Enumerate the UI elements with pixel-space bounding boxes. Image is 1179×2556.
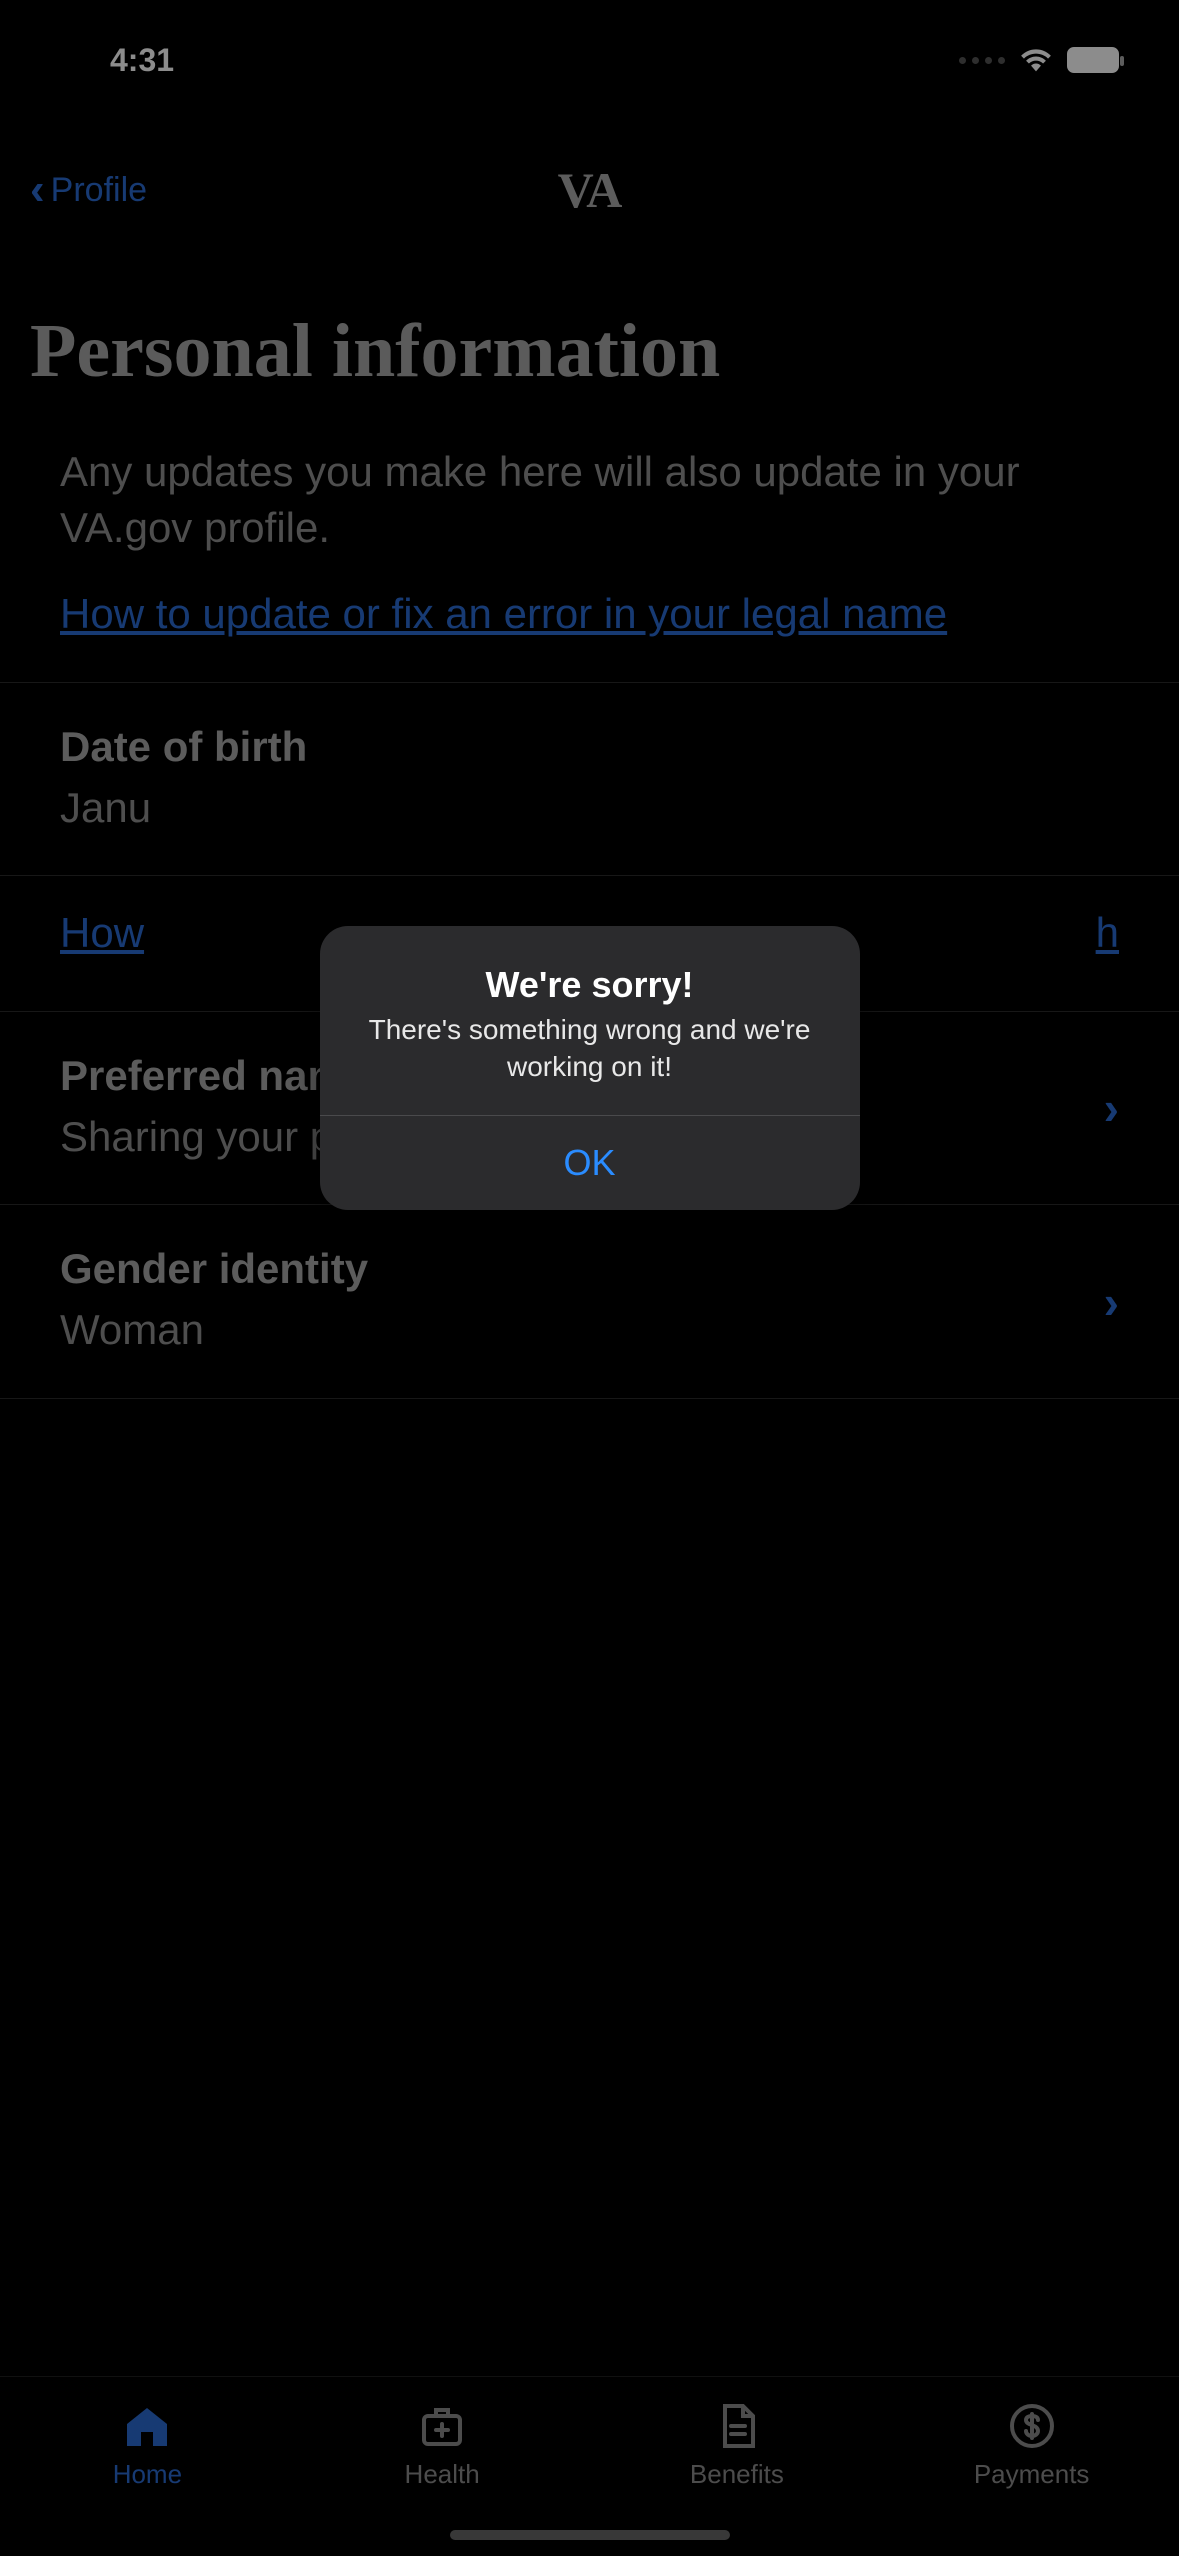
alert-title: We're sorry! — [352, 964, 828, 1006]
alert-dialog: We're sorry! There's something wrong and… — [320, 926, 860, 1210]
alert-backdrop[interactable]: We're sorry! There's something wrong and… — [0, 0, 1179, 2556]
alert-ok-button[interactable]: OK — [320, 1116, 860, 1210]
alert-message: There's something wrong and we're workin… — [352, 1012, 828, 1085]
